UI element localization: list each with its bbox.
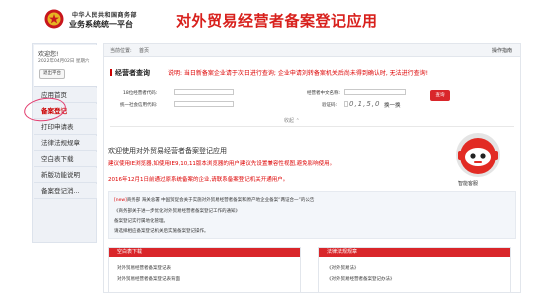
news-item[interactable]: [new]商务部 海关总署 中国贸促会关于实施对外贸易经营者备案和原产地企业备案… [114, 197, 314, 203]
breadcrumb-label: 当前位置: [110, 48, 132, 54]
new-badge: [new] [114, 198, 127, 203]
news-item: 备案登记实行属地化管理。 [114, 219, 168, 224]
sidebar-item-blank-forms[interactable]: 空白表下载 [34, 152, 97, 167]
regulations-panel: 法律法规规章 《对外贸易法》 《对外贸易经营者备案登记办法》 [318, 247, 511, 293]
blank-forms-heading: 空白表下载 [109, 248, 300, 257]
sidebar-item-regulations[interactable]: 法律法规规章 [34, 136, 97, 151]
query-notice: 说明: 当日新备案企业请于次日进行查询; 企业申请刘转备案机关后尚未得到确认时,… [168, 70, 429, 77]
news-item[interactable]: 《商务部关于进一步优化对外贸易经营者备案登记工作的通知》 [114, 208, 240, 214]
verify-code-label: 验证码: [322, 103, 338, 108]
user-info: 欢迎您! 2022年04月02日 星期六 退出平台 [34, 45, 97, 87]
refresh-captcha-link[interactable]: 换一换 [384, 101, 401, 109]
main-content: 当前位置: 首页 操作指南 经营者查询 说明: 当日新备案企业请于次日进行查询;… [103, 43, 521, 293]
browser-notice: 建议使用IE浏览器,如使用IE9,10,11版本浏览器的用户建议先设置兼容性视图… [108, 161, 336, 167]
sidebar: 欢迎您! 2022年04月02日 星期六 退出平台 应用首页 备案登记 打印申请… [32, 43, 97, 243]
breadcrumb: 当前位置: 首页 操作指南 [104, 44, 520, 57]
blank-forms-panel: 空白表下载 对外贸易经营者备案登记表 对外贸易经营者备案登记表背面 [108, 247, 301, 293]
date-notice: 2016年12月1日前通过原系统备案的企业,请联系备案登记机关开通用户。 [108, 177, 289, 183]
verify-code-input[interactable] [344, 101, 348, 107]
regulations-heading: 法律法规规章 [319, 248, 510, 257]
assistant-label[interactable]: 智能客服 [458, 180, 478, 187]
regulation-link[interactable]: 《对外贸易经营者备案登记办法》 [327, 276, 395, 282]
org-code-label: 18位经营者代码: [123, 91, 158, 96]
sidebar-item-registration-cancel[interactable]: 备案登记消... [34, 184, 97, 199]
divider [110, 126, 514, 127]
logout-button[interactable]: 退出平台 [39, 69, 65, 79]
query-heading: 经营者查询 [110, 68, 150, 78]
header: 中华人民共和国商务部 业务系统统一平台 对外贸易经营者备案登记应用 [0, 0, 553, 40]
heading-bar-icon [110, 69, 112, 76]
operation-guide-link[interactable]: 操作指南 [492, 47, 512, 54]
credit-code-label: 统一社会信用代码: [120, 103, 158, 108]
operator-name-label: 经营者中文名称: [307, 91, 341, 96]
news-panel: [new]商务部 海关总署 中国贸促会关于实施对外贸易经营者备案和原产地企业备案… [108, 191, 516, 239]
credit-code-input[interactable] [174, 101, 234, 107]
query-button[interactable]: 查询 [430, 90, 450, 101]
org-name-line1: 中华人民共和国商务部 [72, 12, 138, 19]
news-text: 商务部 海关总署 中国贸促会关于实施对外贸易经营者备案和原产地企业备案“两证合一… [126, 198, 315, 203]
news-item: 请选择相应备案登记机关后实施备案登记操作。 [114, 229, 209, 234]
breadcrumb-home-link[interactable]: 首页 [139, 47, 149, 54]
app-title: 对外贸易经营者备案登记应用 [176, 12, 378, 30]
query-heading-text: 经营者查询 [115, 69, 150, 77]
collapse-toggle[interactable]: 收起 ⌃ [284, 117, 300, 124]
sidebar-item-print-form[interactable]: 打印申请表 [34, 120, 97, 135]
captcha-image: 0,1,5,0 [349, 100, 381, 108]
operator-name-input[interactable] [344, 89, 406, 95]
org-code-input[interactable] [174, 89, 234, 95]
intro-title: 欢迎使用对外贸易经营者备案登记应用 [108, 147, 227, 155]
download-link[interactable]: 对外贸易经营者备案登记表 [117, 265, 171, 271]
regulation-link[interactable]: 《对外贸易法》 [327, 265, 359, 271]
current-date: 2022年04月02日 星期六 [38, 59, 90, 64]
robot-assistant-icon[interactable] [454, 131, 502, 179]
sidebar-item-new-features[interactable]: 新版功能说明 [34, 168, 97, 183]
download-link[interactable]: 对外贸易经营者备案登记表背面 [117, 276, 180, 282]
national-emblem-icon [44, 9, 64, 29]
welcome-text: 欢迎您! [38, 51, 59, 58]
org-name-line2: 业务系统统一平台 [69, 20, 133, 29]
